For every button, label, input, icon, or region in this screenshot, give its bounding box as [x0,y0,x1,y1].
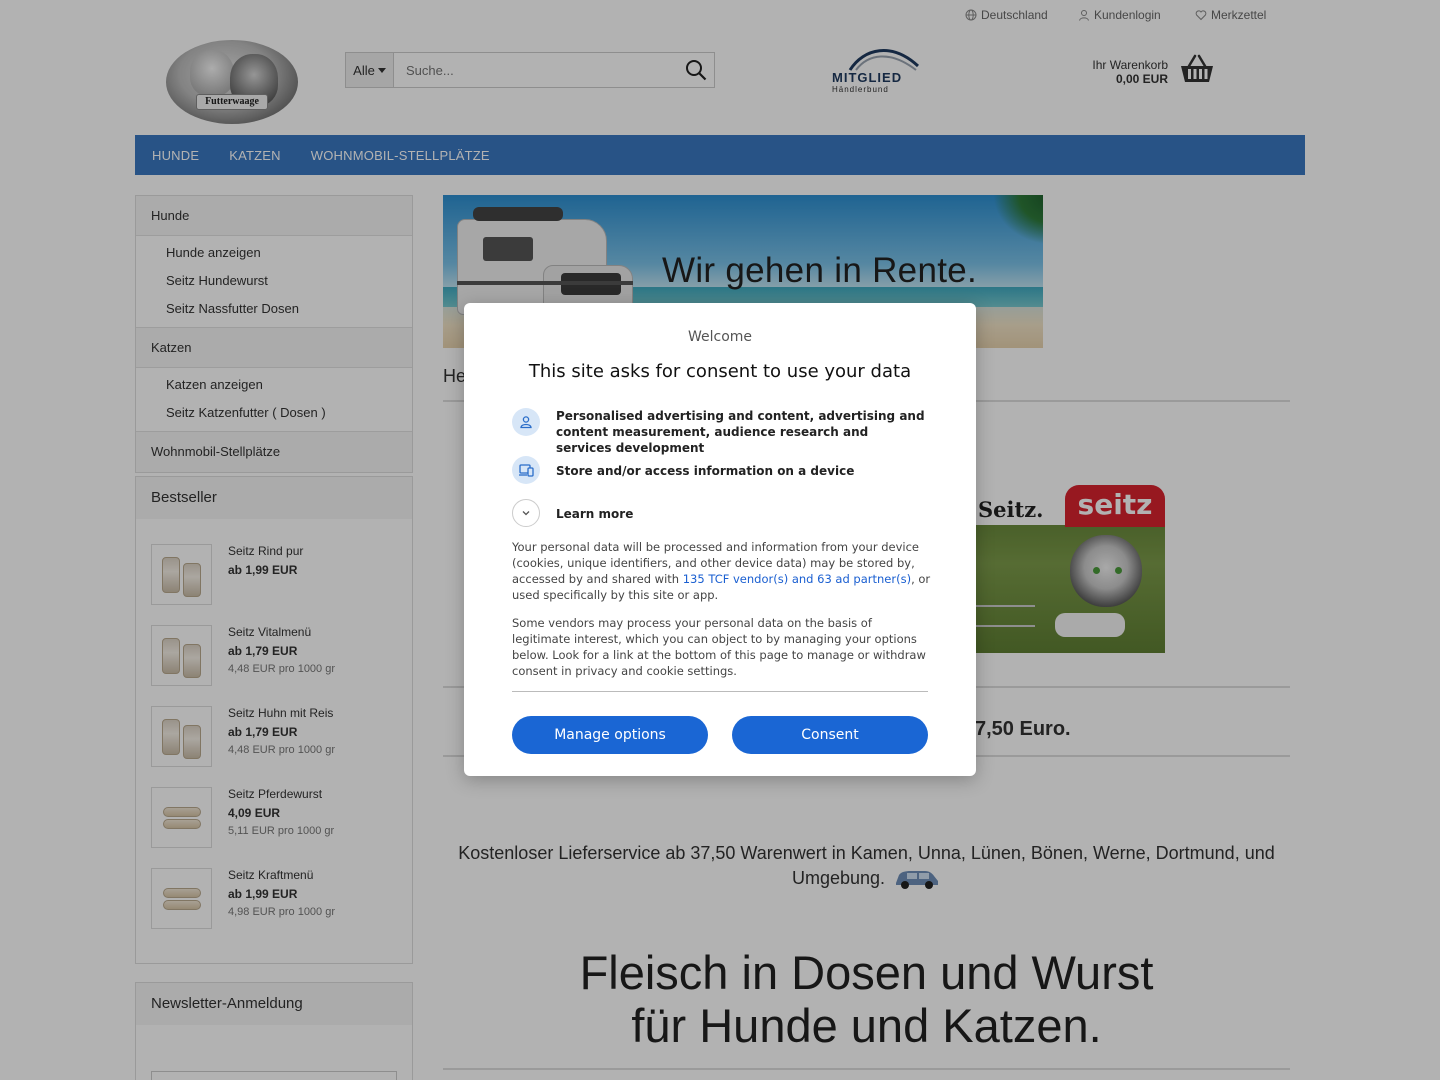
purpose-text: Personalised advertising and content, ad… [556,409,925,455]
learn-more-label: Learn more [556,507,634,521]
consent-purpose: Store and/or access information on a dev… [512,456,932,486]
device-icon [512,456,540,484]
consent-button[interactable]: Consent [732,716,928,754]
chevron-down-icon [512,499,540,527]
purpose-text: Store and/or access information on a dev… [556,464,855,478]
consent-purpose: Personalised advertising and content, ad… [512,408,932,455]
manage-options-button[interactable]: Manage options [512,716,708,754]
person-icon [512,408,540,436]
consent-dialog: Welcome This site asks for consent to us… [464,303,976,776]
consent-paragraph-2: Some vendors may process your personal d… [512,616,926,678]
vendors-link[interactable]: 135 TCF vendor(s) and 63 ad partner(s) [683,572,911,586]
consent-paragraph-1: Your personal data will be processed and… [512,539,932,603]
consent-divider [512,691,928,692]
consent-title: This site asks for consent to use your d… [528,361,912,382]
consent-welcome: Welcome [687,329,753,345]
learn-more-toggle[interactable]: Learn more [512,499,932,529]
